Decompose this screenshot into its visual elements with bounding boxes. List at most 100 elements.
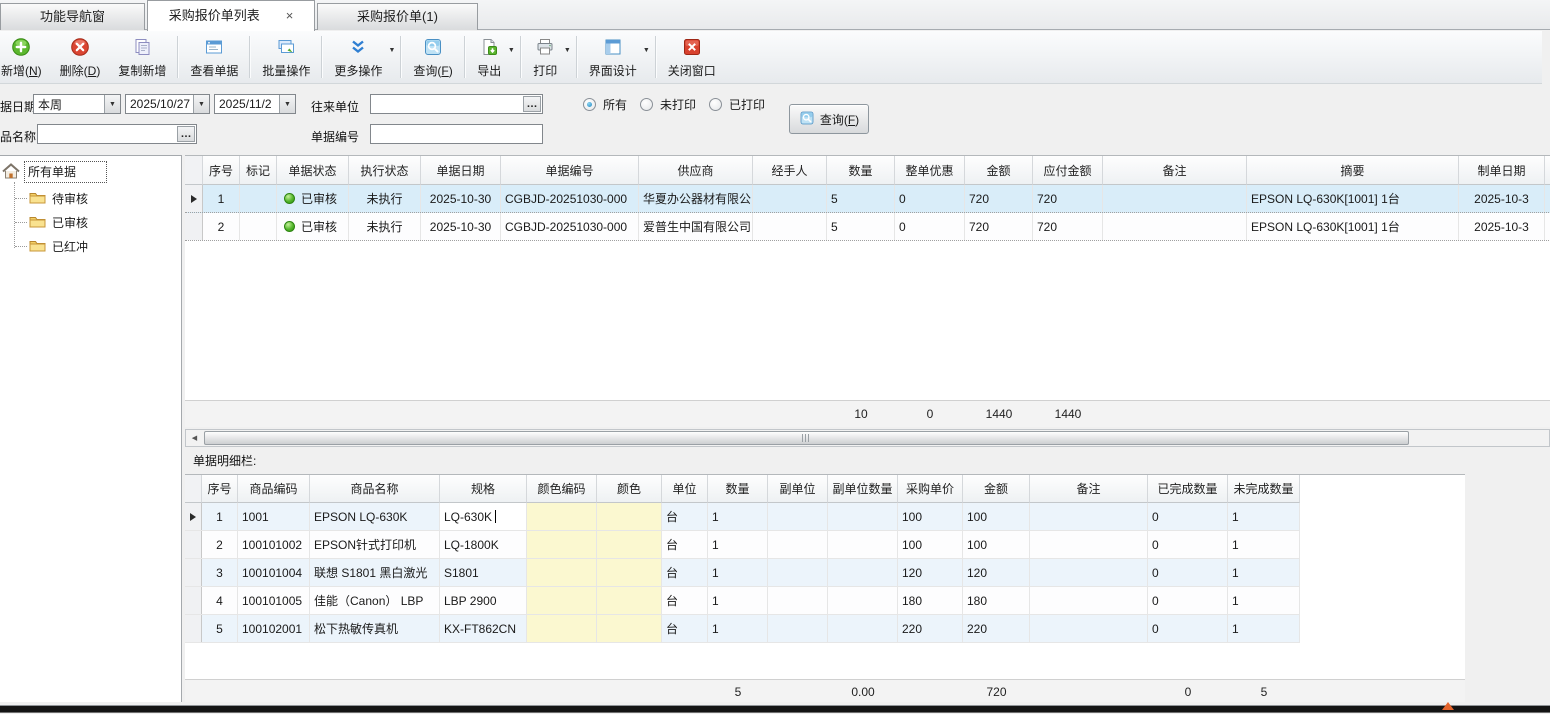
date-from-combo[interactable]: 2025/10/27▼ xyxy=(125,94,210,114)
cell-subunit[interactable] xyxy=(768,531,828,558)
cell-price[interactable]: 220 xyxy=(898,615,963,642)
cell-done[interactable]: 0 xyxy=(1148,559,1228,586)
column-header-date[interactable]: 单据日期 xyxy=(421,156,501,185)
date-preset-combo[interactable]: 本周▼ xyxy=(33,94,121,114)
column-header-payable[interactable]: 应付金额 xyxy=(1033,156,1103,185)
tab-quotation-list[interactable]: 采购报价单列表× xyxy=(147,0,315,31)
tree-item-pending-audit[interactable]: 待审核 xyxy=(29,190,88,207)
cell-amount[interactable]: 720 xyxy=(965,213,1033,240)
cell-colorcode[interactable] xyxy=(527,531,597,558)
print-button[interactable]: 打印 ▼ xyxy=(524,34,574,81)
cell-unit[interactable]: 台 xyxy=(662,503,708,530)
cell-spec[interactable]: KX-FT862CN xyxy=(440,615,527,642)
cell-spec[interactable]: LBP 2900 xyxy=(440,587,527,614)
cell-name[interactable]: 松下热敏传真机 xyxy=(310,615,440,642)
cell-name[interactable]: 佳能（Canon） LBP xyxy=(310,587,440,614)
column-header-qty[interactable]: 数量 xyxy=(827,156,895,185)
cell-qty[interactable]: 1 xyxy=(708,559,768,586)
cell-qty[interactable]: 5 xyxy=(827,213,895,240)
cell-code[interactable]: 100102001 xyxy=(238,615,310,642)
cell-discount[interactable]: 0 xyxy=(895,185,965,212)
cell-amount[interactable]: 100 xyxy=(963,531,1030,558)
query-toolbar-button[interactable]: 查询(F) xyxy=(404,34,461,81)
cell-subunit[interactable] xyxy=(768,615,828,642)
close-icon[interactable]: × xyxy=(286,9,294,22)
cell-spec[interactable]: LQ-1800K xyxy=(440,531,527,558)
column-header-done[interactable]: 已完成数量 xyxy=(1148,475,1228,503)
cell-undone[interactable]: 1 xyxy=(1228,531,1300,558)
cell-seq[interactable]: 1 xyxy=(202,503,238,530)
cell-subunit[interactable] xyxy=(768,587,828,614)
cell-seq[interactable]: 2 xyxy=(202,531,238,558)
cell-subqty[interactable] xyxy=(828,559,898,586)
docno-input[interactable] xyxy=(370,124,543,144)
table-row[interactable]: 2已审核未执行2025-10-30CGBJD-20251030-000爱普生中国… xyxy=(185,213,1550,241)
column-header-color[interactable]: 颜色 xyxy=(597,475,662,503)
lookup-ellipsis-button[interactable]: … xyxy=(523,96,541,112)
ui-design-button[interactable]: 界面设计 ▼ xyxy=(580,34,653,81)
cell-amount[interactable]: 100 xyxy=(963,503,1030,530)
cell-amount[interactable]: 180 xyxy=(963,587,1030,614)
column-header-seq[interactable]: 序号 xyxy=(203,156,240,185)
column-header-created[interactable]: 制单日期 xyxy=(1459,156,1545,185)
cell-docno[interactable]: CGBJD-20251030-000 xyxy=(501,213,639,240)
cell-remark[interactable] xyxy=(1030,587,1148,614)
column-header-summary[interactable]: 摘要 xyxy=(1247,156,1459,185)
more-actions-button[interactable]: 更多操作 ▼ xyxy=(325,34,398,81)
cell-subqty[interactable] xyxy=(828,615,898,642)
cell-done[interactable]: 0 xyxy=(1148,615,1228,642)
cell-payable[interactable]: 720 xyxy=(1033,213,1103,240)
column-header-undone[interactable]: 未完成数量 xyxy=(1228,475,1300,503)
query-button[interactable]: 查询(F) xyxy=(789,104,869,134)
cell-seq[interactable]: 1 xyxy=(203,185,240,212)
cell-qty[interactable]: 5 xyxy=(827,185,895,212)
column-header-seq[interactable]: 序号 xyxy=(202,475,238,503)
cell-remark[interactable] xyxy=(1103,185,1247,212)
column-header-name[interactable]: 商品名称 xyxy=(310,475,440,503)
tree-item-all-documents[interactable]: 所有单据 xyxy=(2,161,107,183)
cell-qty[interactable]: 1 xyxy=(708,531,768,558)
cell-summary[interactable]: EPSON LQ-630K[1001] 1台 xyxy=(1247,213,1459,240)
cell-subunit[interactable] xyxy=(768,559,828,586)
cell-qty[interactable]: 1 xyxy=(708,615,768,642)
column-header-unit[interactable]: 单位 xyxy=(662,475,708,503)
cell-seq[interactable]: 5 xyxy=(202,615,238,642)
view-document-button[interactable]: 查看单据 xyxy=(181,34,247,81)
cell-undone[interactable]: 1 xyxy=(1228,559,1300,586)
column-header-exec[interactable]: 执行状态 xyxy=(349,156,421,185)
cell-unit[interactable]: 台 xyxy=(662,559,708,586)
cell-color[interactable] xyxy=(597,559,662,586)
cell-undone[interactable]: 1 xyxy=(1228,587,1300,614)
cell-unit[interactable]: 台 xyxy=(662,531,708,558)
cell-remark[interactable] xyxy=(1030,615,1148,642)
chevron-down-icon[interactable]: ▼ xyxy=(193,95,209,113)
cell-created[interactable]: 2025-10-3 xyxy=(1459,213,1545,240)
column-header-status[interactable]: 单据状态 xyxy=(277,156,349,185)
cell-price[interactable]: 180 xyxy=(898,587,963,614)
cell-mark[interactable] xyxy=(240,213,277,240)
cell-supplier[interactable]: 华夏办公器材有限公 xyxy=(639,185,753,212)
delete-button[interactable]: 删除(D) xyxy=(51,34,110,81)
column-header-amount[interactable]: 金额 xyxy=(963,475,1030,503)
column-header-spec[interactable]: 规格 xyxy=(440,475,527,503)
cell-undone[interactable]: 1 xyxy=(1228,615,1300,642)
cell-price[interactable]: 100 xyxy=(898,531,963,558)
column-header-code[interactable]: 商品编码 xyxy=(238,475,310,503)
cell-created[interactable]: 2025-10-3 xyxy=(1459,185,1545,212)
cell-mark[interactable] xyxy=(240,185,277,212)
column-header-qty[interactable]: 数量 xyxy=(708,475,768,503)
column-header-amount[interactable]: 金额 xyxy=(965,156,1033,185)
cell-name[interactable]: EPSON LQ-630K xyxy=(310,503,440,530)
cell-price[interactable]: 100 xyxy=(898,503,963,530)
table-row[interactable]: 11001EPSON LQ-630KLQ-630K台110010001 xyxy=(185,503,1300,531)
cell-name[interactable]: EPSON针式打印机 xyxy=(310,531,440,558)
cell-colorcode[interactable] xyxy=(527,587,597,614)
cell-seq[interactable]: 2 xyxy=(203,213,240,240)
column-header-discount[interactable]: 整单优惠 xyxy=(895,156,965,185)
cell-color[interactable] xyxy=(597,615,662,642)
cell-colorcode[interactable] xyxy=(527,503,597,530)
column-header-remark[interactable]: 备注 xyxy=(1030,475,1148,503)
table-row[interactable]: 1已审核未执行2025-10-30CGBJD-20251030-000华夏办公器… xyxy=(185,185,1550,213)
radio-printed[interactable] xyxy=(709,98,722,111)
chevron-down-icon[interactable]: ▼ xyxy=(279,95,295,113)
